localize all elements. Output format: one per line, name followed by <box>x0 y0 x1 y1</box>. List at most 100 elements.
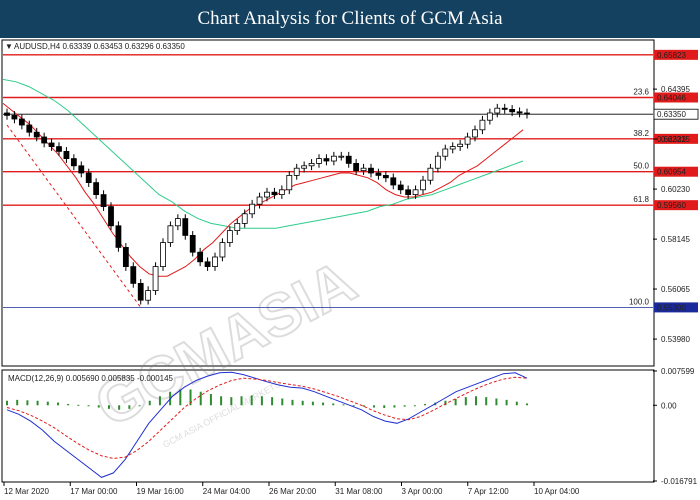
macd-histogram-bar <box>220 396 223 406</box>
x-tick-label: 7 Apr 12:00 <box>468 487 509 496</box>
candle-body <box>197 251 204 263</box>
candle-body <box>249 203 256 215</box>
candle-body <box>182 218 189 236</box>
fib-level-label: 50.0 <box>633 162 649 171</box>
x-tick-label: 12 Mar 2020 <box>4 487 49 496</box>
candle-body <box>264 191 270 198</box>
macd-histogram-bar <box>260 396 263 406</box>
candle-body <box>516 111 523 114</box>
candle-body <box>345 155 352 164</box>
macd-histogram-bar <box>230 397 233 406</box>
macd-histogram-bar <box>332 403 335 406</box>
macd-tick-label: 0.007599 <box>661 367 695 376</box>
macd-histogram-bar <box>26 400 29 406</box>
candle-body <box>293 167 300 176</box>
candle-body <box>256 196 263 205</box>
x-tick-label: 24 Mar 04:00 <box>203 487 251 496</box>
candle-body <box>78 165 85 174</box>
candle-body <box>405 189 412 196</box>
level-price-label: 0.59560 <box>657 201 686 210</box>
candle-body <box>472 129 478 138</box>
macd-histogram-bar <box>46 401 49 406</box>
macd-histogram-bar <box>515 401 518 406</box>
candle-body <box>390 177 397 186</box>
macd-histogram-bar <box>118 405 121 410</box>
candle-body <box>457 143 464 147</box>
macd-histogram-bar <box>424 403 427 406</box>
candle-body <box>278 189 285 196</box>
current-price-label: 0.63350 <box>657 110 686 119</box>
candle-body <box>375 172 382 176</box>
candle-body <box>70 158 77 167</box>
macd-tick-label: 0.00 <box>661 401 677 410</box>
candle-body <box>486 112 493 121</box>
macd-histogram-bar <box>77 404 80 406</box>
candle-body <box>219 242 226 258</box>
x-tick-label: 19 Mar 16:00 <box>137 487 185 496</box>
y-tick-label: 0.62315 <box>661 135 690 144</box>
macd-histogram-bar <box>271 397 274 406</box>
macd-label: MACD(12,26,9) 0.005690 0.005835 -0.00014… <box>8 374 174 383</box>
macd-histogram-bar <box>413 405 416 407</box>
candle-body <box>137 282 144 301</box>
macd-histogram-bar <box>301 400 304 406</box>
macd-histogram-bar <box>342 404 345 406</box>
candle <box>122 243 129 271</box>
candle-body <box>48 142 55 147</box>
candle-body <box>464 136 471 145</box>
macd-histogram-bar <box>526 403 528 406</box>
candle-body <box>434 155 441 169</box>
macd-histogram-bar <box>87 405 90 407</box>
macd-histogram-bar <box>179 389 182 406</box>
time-axis: 12 Mar 2020 17 Mar 00:00 19 Mar 16:00 24 Ma… <box>3 482 580 496</box>
y-tick-label: 0.64395 <box>661 85 690 94</box>
candle-body <box>100 194 107 208</box>
macd-histogram-bar <box>311 401 314 406</box>
chart-header: AUDUSD,H4 0.63339 0.63453 0.63296 0.6335… <box>14 42 185 51</box>
candle-body <box>234 222 241 231</box>
fib-level-label: 23.6 <box>633 87 649 96</box>
fib-level-label: 100.0 <box>629 297 650 306</box>
macd-histogram-bar <box>291 399 294 406</box>
candle-body <box>449 146 456 150</box>
chart-header-arrow[interactable]: ▼ <box>5 42 13 51</box>
candle <box>108 202 114 231</box>
macd-histogram-bar <box>16 399 19 406</box>
macd-histogram-bar <box>67 403 70 406</box>
candle-body <box>316 158 322 164</box>
candle-body <box>368 167 374 174</box>
candle-body <box>41 136 48 144</box>
candle-body <box>18 118 25 126</box>
candle-body <box>501 107 508 110</box>
candle-body <box>226 230 233 244</box>
candle-body <box>241 213 248 224</box>
x-tick-label: 31 Mar 08:00 <box>335 487 383 496</box>
chart-area: ▼ AUDUSD,H4 0.63339 0.63453 0.63296 0.63… <box>1 39 699 496</box>
candle-body <box>494 107 501 114</box>
candle-body <box>204 261 211 268</box>
macd-histogram-bar <box>250 395 253 406</box>
candle-body <box>93 182 100 196</box>
candle-body <box>130 266 137 284</box>
candle-body <box>353 163 360 172</box>
candle-body <box>174 218 181 227</box>
candle <box>115 221 122 252</box>
y-tick-label: 0.53980 <box>661 335 690 344</box>
macd-histogram-bar <box>485 397 488 406</box>
macd-histogram-bar <box>199 391 202 406</box>
candle-body <box>420 179 426 191</box>
level-price-label: 0.64046 <box>657 93 686 102</box>
x-tick-label: 10 Apr 04:00 <box>534 487 580 496</box>
candle <box>160 238 166 271</box>
x-tick-label: 17 Mar 00:00 <box>70 487 118 496</box>
candle-body <box>308 163 315 167</box>
candle-body <box>412 189 419 196</box>
macd-histogram-bar <box>475 396 478 406</box>
macd-histogram-bar <box>6 400 8 406</box>
candle-body <box>427 167 434 181</box>
macd-histogram-bar <box>107 405 110 409</box>
fib-level-label: 61.8 <box>633 195 649 204</box>
candle-body <box>122 246 129 267</box>
y-tick-label: 0.60230 <box>661 185 690 194</box>
macd-histogram-bar <box>209 393 212 406</box>
